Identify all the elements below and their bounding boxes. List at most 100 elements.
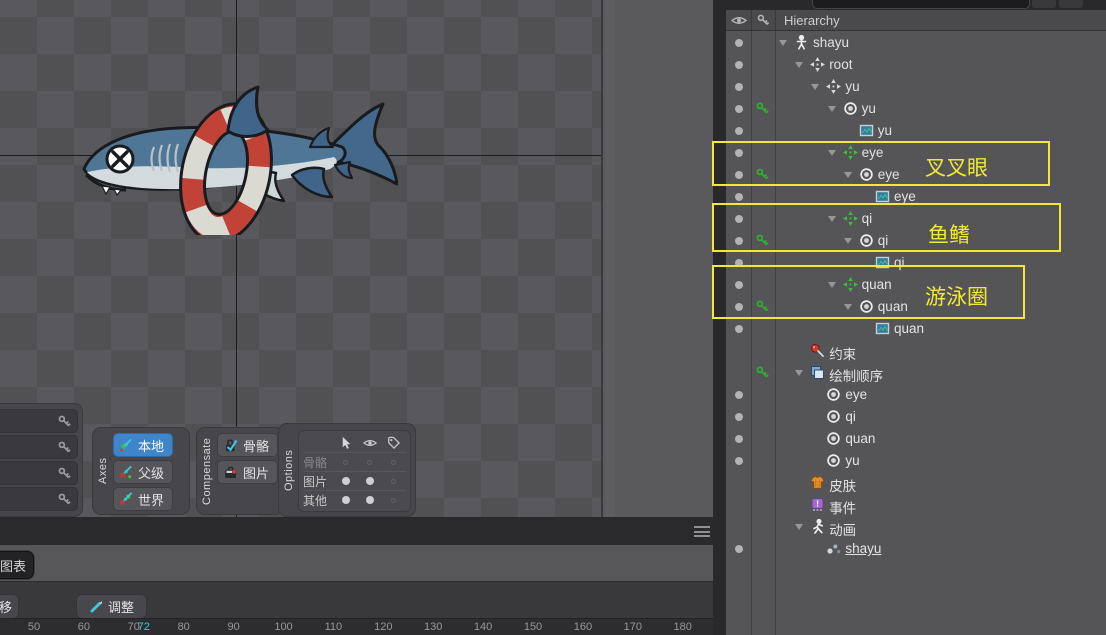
visibility-dot[interactable] (735, 105, 743, 113)
axis-local-icon (119, 438, 133, 452)
option-toggle[interactable] (382, 460, 406, 465)
visibility-dot[interactable] (735, 413, 743, 421)
visibility-dot[interactable] (735, 545, 743, 553)
expand-triangle-icon[interactable] (779, 40, 787, 46)
tree-row-label[interactable]: 动画 (829, 519, 856, 539)
tree-row-约束[interactable]: 约束 (726, 340, 1106, 362)
adjust-button[interactable]: 调整 (76, 594, 147, 619)
tree-row-label[interactable]: eye (845, 387, 867, 402)
option-toggle[interactable] (382, 498, 406, 503)
compensate-button-1[interactable]: 图片 (217, 460, 278, 484)
tree-row-label[interactable]: yu (862, 101, 876, 116)
visibility-dot[interactable] (735, 127, 743, 135)
visibility-dot[interactable] (735, 391, 743, 399)
image-icon (875, 189, 890, 204)
tree-row-qi[interactable]: qi (726, 406, 1106, 428)
top-button[interactable] (1032, 0, 1056, 8)
option-toggle[interactable] (382, 479, 406, 484)
option-toggle[interactable] (358, 496, 382, 504)
options-row-label: 其他 (303, 492, 334, 509)
dopesheet-toolbar: 移 调整 (0, 581, 716, 618)
tree-row-shayu[interactable]: shayu (726, 538, 1106, 560)
option-toggle[interactable] (334, 460, 358, 465)
tree-row-label[interactable]: eye (894, 189, 916, 204)
timeline-tick-label: 60 (78, 621, 90, 633)
offset-button[interactable]: 移 (0, 594, 19, 619)
tree-row-label[interactable]: 事件 (829, 497, 856, 517)
dopesheet-tab-bar: 图表 (0, 545, 716, 581)
key-icon[interactable] (53, 463, 75, 483)
axes-button-label: 本地 (138, 436, 164, 455)
tree-row-quan[interactable]: quan (726, 428, 1106, 450)
viewport-side-strip (601, 0, 713, 517)
compensate-button-0[interactable]: 骨骼 (217, 433, 278, 457)
key-icon[interactable] (53, 411, 75, 431)
expand-triangle-icon[interactable] (828, 106, 836, 112)
tree-row-label[interactable]: yu (878, 123, 892, 138)
tree-row-label[interactable]: quan (894, 321, 924, 336)
tree-row-绘制顺序[interactable]: 绘制顺序 (726, 362, 1106, 384)
transform-row[interactable] (0, 461, 78, 485)
tree-row-shayu[interactable]: shayu (726, 32, 1106, 54)
search-field-partial[interactable] (812, 0, 1030, 9)
slot-icon (826, 387, 841, 402)
tab-graph[interactable]: 图表 (0, 551, 34, 579)
tree-row-label[interactable]: quan (845, 431, 875, 446)
expand-triangle-icon[interactable] (811, 84, 819, 90)
tree-row-label[interactable]: shayu (845, 541, 881, 556)
visibility-dot[interactable] (735, 61, 743, 69)
tree-row-label[interactable]: yu (845, 79, 859, 94)
axes-button-1[interactable]: 父级 (113, 460, 173, 484)
key-icon[interactable] (53, 489, 75, 509)
tree-row-root[interactable]: root (726, 54, 1106, 76)
tree-row-yu[interactable]: yu (726, 120, 1106, 142)
timeline-playhead-label[interactable]: 72 (138, 621, 150, 633)
visibility-dot[interactable] (735, 39, 743, 47)
viewport-canvas[interactable]: Axes 本地父级世界 Compensate 骨骼图片 Options 骨骼图片… (0, 0, 601, 517)
hierarchy-tree: shayurootyuyuyueyeeyeeyeqiqiqiquanquanqu… (726, 31, 1106, 635)
transform-row[interactable] (0, 435, 78, 459)
expand-triangle-icon[interactable] (795, 524, 803, 530)
transform-row[interactable] (0, 409, 78, 433)
option-toggle[interactable] (358, 477, 382, 485)
timeline-ruler[interactable]: 506070809010011012013014015016017018072 (0, 618, 716, 635)
top-button[interactable] (1059, 0, 1083, 8)
visibility-dot[interactable] (735, 325, 743, 333)
expand-triangle-icon[interactable] (795, 62, 803, 68)
tree-row-yu[interactable]: yu (726, 76, 1106, 98)
key-icon[interactable] (53, 437, 75, 457)
slot-icon (826, 409, 841, 424)
tree-row-动画[interactable]: 动画 (726, 516, 1106, 538)
tree-row-label[interactable]: 皮肤 (829, 475, 856, 495)
tree-row-yu[interactable]: yu (726, 98, 1106, 120)
hierarchy-top-strip (726, 0, 1106, 10)
visibility-dot[interactable] (735, 193, 743, 201)
tree-row-label[interactable]: 绘制顺序 (829, 365, 883, 385)
tree-row-label[interactable]: shayu (813, 35, 849, 50)
key-green-icon[interactable] (755, 365, 770, 380)
tree-row-label[interactable]: qi (845, 409, 856, 424)
viewport-scrollbar-track[interactable] (605, 0, 615, 517)
tree-row-yu[interactable]: yu (726, 450, 1106, 472)
axes-button-2[interactable]: 世界 (113, 487, 173, 511)
tree-row-quan[interactable]: quan (726, 318, 1106, 340)
tree-row-eye[interactable]: eye (726, 384, 1106, 406)
menu-icon[interactable] (694, 526, 710, 537)
axes-button-0[interactable]: 本地 (113, 433, 173, 457)
tree-row-label[interactable]: root (829, 57, 852, 72)
visibility-dot[interactable] (735, 435, 743, 443)
tree-row-皮肤[interactable]: 皮肤 (726, 472, 1106, 494)
transform-row[interactable] (0, 487, 78, 511)
event-icon: ! (810, 497, 825, 512)
tree-row-事件[interactable]: ! 事件 (726, 494, 1106, 516)
key-green-icon[interactable] (755, 101, 770, 116)
option-toggle[interactable] (334, 496, 358, 504)
tree-row-label[interactable]: 约束 (829, 343, 856, 363)
visibility-dot[interactable] (735, 457, 743, 465)
option-toggle[interactable] (358, 460, 382, 465)
tree-row-label[interactable]: yu (845, 453, 859, 468)
option-toggle[interactable] (334, 477, 358, 485)
options-row: 骨骼 (303, 452, 406, 471)
visibility-dot[interactable] (735, 83, 743, 91)
expand-triangle-icon[interactable] (795, 370, 803, 376)
